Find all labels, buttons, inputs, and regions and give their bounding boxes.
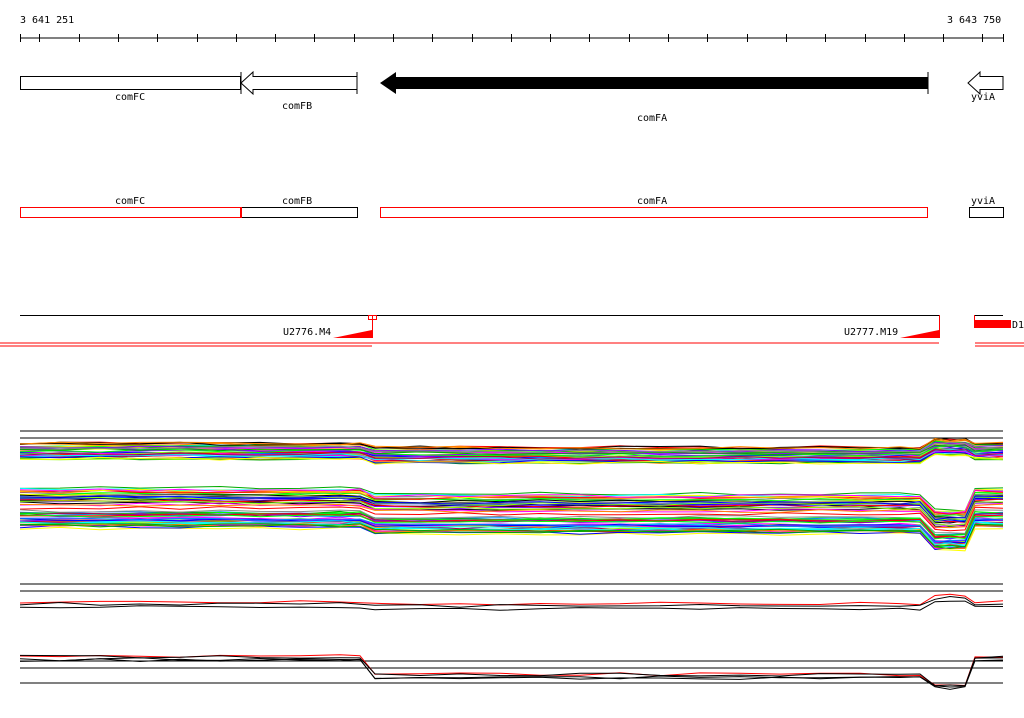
- tu-D1[interactable]: D1: [974, 315, 1024, 331]
- transcription-unit-track: U2776.M4 U2777.M19 D1: [0, 315, 1024, 347]
- ruler-start-label: 3 641 251: [20, 15, 74, 26]
- tu-U2777-M19[interactable]: U2777.M19: [844, 315, 940, 338]
- gene-comFC[interactable]: comFC: [20, 76, 241, 104]
- gene-yviA[interactable]: yviA: [967, 70, 1004, 103]
- segment-label: yviA: [971, 196, 995, 207]
- segment-label: comFA: [637, 196, 667, 207]
- segment-comFC[interactable]: [20, 207, 241, 218]
- tu-U2776-M4[interactable]: U2776.M4: [283, 315, 377, 338]
- segment-comFA[interactable]: [380, 207, 928, 218]
- tu-label: U2777.M19: [844, 327, 898, 338]
- segment-track: comFC comFB comFA yviA: [20, 196, 1004, 218]
- segment-label: comFC: [115, 196, 145, 207]
- expression-profiles: [19, 430, 1004, 690]
- genome-track-canvas: 3 641 251 3 643 750 comFC comFB comFA yv…: [0, 15, 1024, 690]
- ruler-end-label: 3 643 750: [947, 15, 1001, 26]
- gene-comFB[interactable]: comFB: [240, 70, 358, 112]
- segment-label: comFB: [282, 196, 312, 207]
- expression-line: [19, 593, 1004, 606]
- gene-label: comFA: [637, 113, 667, 124]
- segment-yviA[interactable]: [969, 207, 1004, 218]
- genome-browser-view: 3 641 251 3 643 750 comFC comFB comFA yv…: [0, 0, 1024, 714]
- coordinate-ruler: [20, 34, 1004, 42]
- tu-label: U2776.M4: [283, 327, 331, 338]
- gene-label: comFC: [115, 92, 145, 103]
- gene-comFA[interactable]: comFA: [380, 72, 929, 124]
- segment-comFB[interactable]: [241, 207, 358, 218]
- gene-label: comFB: [282, 101, 312, 112]
- tu-label: D1: [1012, 320, 1024, 331]
- gene-label: yviA: [971, 92, 995, 103]
